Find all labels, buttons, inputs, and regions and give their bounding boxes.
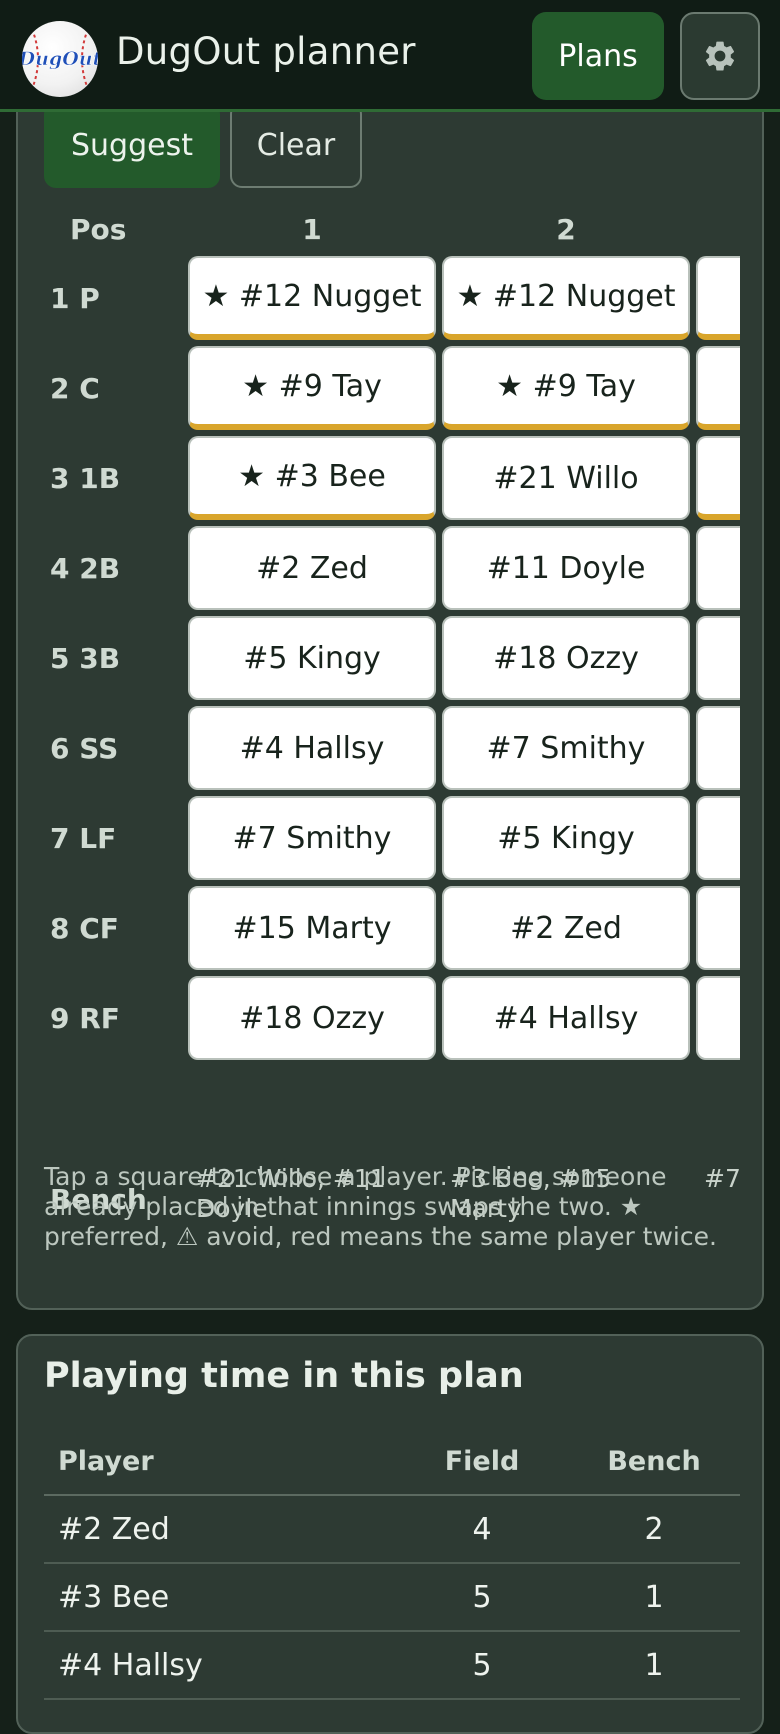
table-row: #4 Hallsy 5 1 [44,1632,740,1700]
lineup-cell[interactable]: #18 Ozzy [188,976,436,1060]
bench-count: 1 [644,1647,664,1683]
lineup-grid[interactable]: Pos Bench 1 P2 C3 1B 4 2B 5 3B 6 SS 7 LF 8 CF… [42,204,740,1234]
playing-time-card: Playing time in this plan Player Field B… [16,1334,764,1734]
lineup-cell[interactable]: #7 Smithy [442,706,690,790]
player-name: #3 Bee [58,1579,170,1615]
lineup-cell[interactable]: ★ # [696,256,740,340]
player-column-header: Player [58,1445,154,1477]
lineup-cell[interactable]: #5 Kingy [442,796,690,880]
inning-header: 3 [696,204,740,254]
app-logo: DugOut [22,21,98,97]
playing-time-header-row: Player Field Bench [44,1428,740,1496]
app-header: DugOut DugOut planner Plans [0,0,780,112]
logo-text: DugOut [22,48,98,70]
lineup-cell[interactable]: ★ #12 Nugget [442,256,690,340]
position-label: 9 RF [50,1001,120,1035]
lineup-cell[interactable]: #4 Hallsy [188,706,436,790]
lineup-cell[interactable]: # [696,616,740,700]
lineup-cell[interactable]: #4 Hallsy [442,976,690,1060]
lineup-cell[interactable]: #2 Zed [188,526,436,610]
playing-time-title: Playing time in this plan [44,1356,524,1396]
position-label: 7 LF [50,821,117,855]
position-label: 4 2B [50,551,121,585]
table-row: #3 Bee 5 1 [44,1564,740,1632]
lineup-cell[interactable]: #5 Kingy [188,616,436,700]
bench-column-header: Bench [607,1445,701,1477]
inning-header: 2 [556,212,576,246]
lineup-cell[interactable]: # [696,526,740,610]
lineup-cell[interactable]: ★ #9 Tay [442,346,690,430]
field-count: 5 [472,1579,492,1615]
lineup-cell[interactable]: #15 Marty [188,886,436,970]
settings-button[interactable] [680,12,760,100]
lineup-cell[interactable]: ★ #9 Tay [188,346,436,430]
position-label: 8 CF [50,911,119,945]
bench-count: 2 [644,1511,664,1547]
position-label: 6 SS [50,731,119,765]
suggest-button[interactable]: Suggest [44,102,220,188]
field-count: 4 [472,1511,492,1547]
field-column-header: Field [444,1445,520,1477]
app-title: DugOut planner [116,30,416,73]
pos-column-header: Pos [70,212,127,246]
player-name: #4 Hallsy [58,1647,203,1683]
lineup-cell[interactable]: #11 Doyle [442,526,690,610]
plans-button[interactable]: Plans [532,12,664,100]
position-label: 5 3B [50,641,121,675]
lineup-cell[interactable]: #2 Zed [442,886,690,970]
lineup-cell[interactable]: #18 Ozzy [442,616,690,700]
table-row: #2 Zed 4 2 [44,1496,740,1564]
lineup-cell[interactable]: #21 Willo [442,436,690,520]
lineup-cell[interactable]: # [696,976,740,1060]
position-label: 2 C [50,371,100,405]
help-text: Tap a square to choose a player. Picking… [44,1162,717,1251]
lineup-card: Suggest Clear Pos Bench 1 P2 C3 1B 4 2B 5 … [16,90,764,1310]
lineup-cell[interactable]: ★ [696,346,740,430]
inning-header: 1 [302,212,322,246]
lineup-cell[interactable]: # [696,886,740,970]
lineup-cell[interactable]: ★ #12 Nugget [188,256,436,340]
bench-count: 1 [644,1579,664,1615]
lineup-cell[interactable]: # [696,706,740,790]
player-name: #2 Zed [58,1511,170,1547]
lineup-cell[interactable] [696,796,740,880]
baseball-logo-icon: DugOut [22,28,98,90]
field-count: 5 [472,1647,492,1683]
lineup-cell[interactable]: #7 Smithy [188,796,436,880]
position-label: 3 1B [50,461,121,495]
gear-icon [705,41,735,71]
lineup-cell[interactable]: ★ [696,436,740,520]
position-label: 1 P [50,281,100,315]
lineup-cell[interactable]: ★ #3 Bee [188,436,436,520]
clear-button[interactable]: Clear [230,102,362,188]
